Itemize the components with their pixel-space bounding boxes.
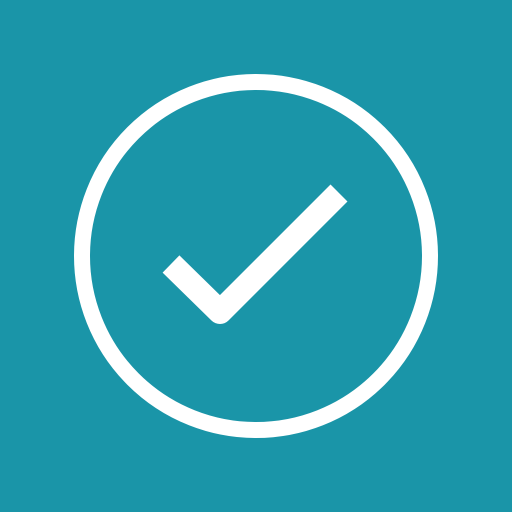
checkmark bbox=[162, 184, 348, 324]
app-icon-tile bbox=[0, 0, 512, 512]
circle-outline bbox=[74, 74, 438, 438]
check-circle-icon bbox=[74, 74, 438, 438]
